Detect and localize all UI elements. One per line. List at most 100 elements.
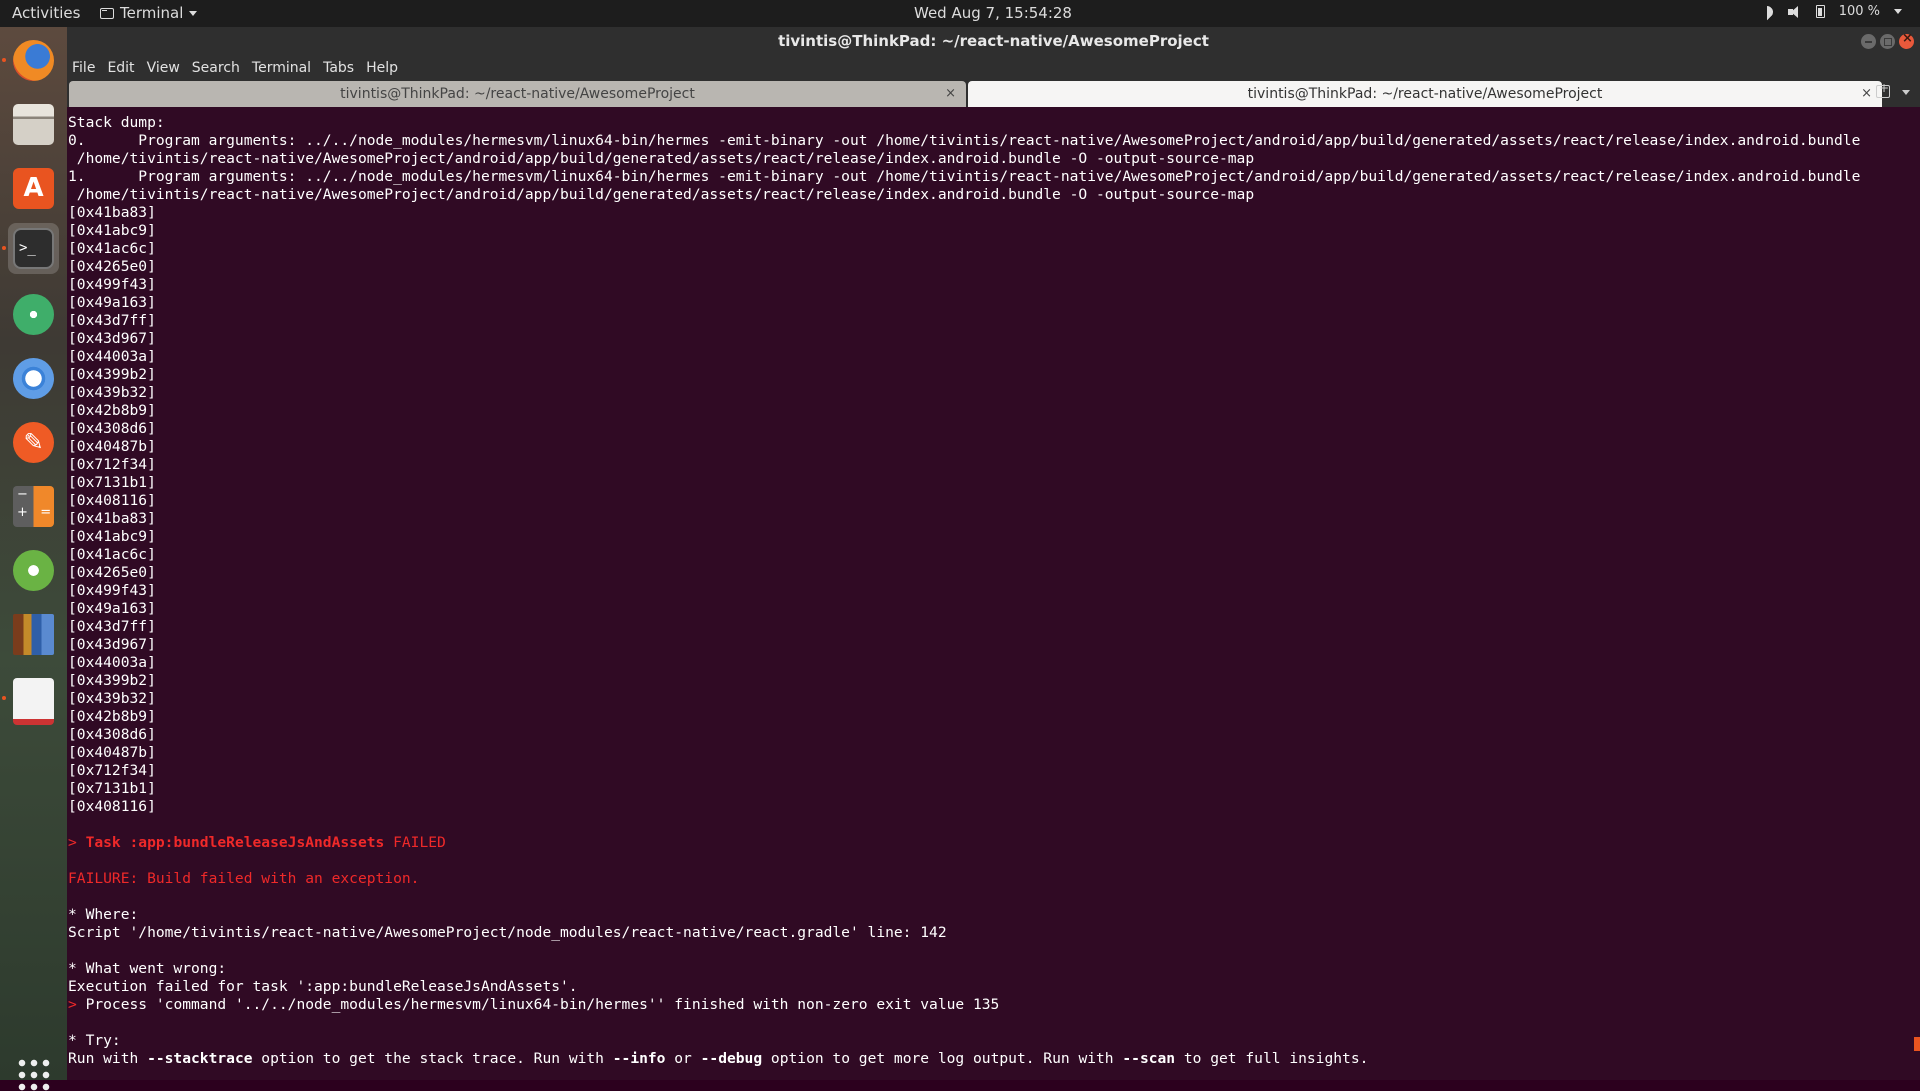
terminal-output[interactable]: Stack dump: 0. Program arguments: ../../n… [67, 107, 1920, 1080]
terminal-line: Execution failed for task ':app:bundleRe… [68, 978, 578, 995]
terminal-text-segment: > [68, 834, 86, 851]
close-tab-icon[interactable]: × [1861, 81, 1872, 107]
terminal-line: [0x4308d6] [68, 420, 156, 437]
terminal-line: 0. Program arguments: ../../node_modules… [68, 132, 1861, 149]
dock-android-studio[interactable] [8, 545, 59, 596]
dock-chromium[interactable] [8, 353, 59, 404]
terminal-line: [0x7131b1] [68, 780, 156, 797]
terminal-text-segment: or [665, 1050, 701, 1067]
dock-firefox[interactable] [2, 35, 59, 86]
menu-help[interactable]: Help [366, 60, 398, 76]
battery-icon [1815, 5, 1825, 18]
software-center-icon: A [13, 168, 54, 209]
terminal-line: [0x44003a] [68, 348, 156, 365]
terminal-text-segment: FAILURE: Build failed with an exception. [68, 870, 420, 887]
terminal-text-segment: --info [612, 1050, 666, 1067]
show-applications-icon[interactable] [16, 1057, 50, 1091]
terminal-line: Stack dump: [68, 114, 165, 131]
tab-1[interactable]: tivintis@ThinkPad: ~/react-native/Awesom… [69, 81, 966, 107]
terminal-line: * Where: [68, 906, 139, 923]
terminal-line: [0x40487b] [68, 438, 156, 455]
volume-icon [1787, 5, 1802, 19]
firefox-icon [13, 40, 54, 81]
terminal-lines: Stack dump: 0. Program arguments: ../../n… [68, 114, 1860, 1068]
dock-terminal[interactable]: >_ [2, 223, 59, 274]
menu-terminal[interactable]: Terminal [252, 60, 311, 76]
tab-menu-chevron-icon[interactable] [1902, 90, 1910, 95]
dock-postman[interactable]: ✎ [8, 417, 59, 468]
terminal-line: [0x4399b2] [68, 366, 156, 383]
terminal-line: [0x41ac6c] [68, 240, 156, 257]
menu-tabs[interactable]: Tabs [323, 60, 354, 76]
terminal-line: [0x408116] [68, 798, 156, 815]
menu-bar: File Edit View Search Terminal Tabs Help [67, 57, 1920, 79]
terminal-text-segment: > [68, 996, 86, 1013]
terminal-line: /home/tivintis/react-native/AwesomeProje… [68, 150, 1255, 167]
calculator-icon: − + = [13, 486, 54, 527]
terminal-line: Script '/home/tivintis/react-native/Awes… [68, 924, 947, 941]
terminal-line: [0x4265e0] [68, 258, 156, 275]
dock-software-center[interactable]: A [8, 163, 59, 214]
menu-search[interactable]: Search [192, 60, 240, 76]
wifi-icon [1760, 5, 1774, 19]
terminal-line: [0x42b8b9] [68, 402, 156, 419]
terminal-text-segment: Process 'command '../../node_modules/her… [85, 996, 1000, 1013]
terminal-line: > Task :app:bundleReleaseJsAndAssets FAI… [68, 834, 1860, 852]
tab-bar: tivintis@ThinkPad: ~/react-native/Awesom… [67, 79, 1920, 107]
terminal-line: * Try: [68, 1032, 121, 1049]
terminal-line: [0x41abc9] [68, 222, 156, 239]
battery-percent: 100 % [1838, 4, 1880, 19]
terminal-line: [0x43d7ff] [68, 312, 156, 329]
terminal-icon: >_ [13, 228, 54, 269]
terminal-line: [0x499f43] [68, 582, 156, 599]
menu-edit[interactable]: Edit [107, 60, 134, 76]
terminal-line: [0x499f43] [68, 276, 156, 293]
terminal-line: [0x41ba83] [68, 204, 156, 221]
menu-file[interactable]: File [72, 60, 95, 76]
terminal-line: [0x40487b] [68, 744, 156, 761]
atom-icon [13, 294, 54, 335]
terminal-text-segment: --scan [1122, 1050, 1176, 1067]
scrollbar-marker[interactable] [1914, 1037, 1920, 1051]
terminal-line: 1. Program arguments: ../../node_modules… [68, 168, 1861, 185]
terminal-line: > Process 'command '../../node_modules/h… [68, 996, 1860, 1014]
maximize-icon[interactable] [1880, 34, 1895, 49]
terminal-text-segment: to get full insights. [1175, 1050, 1369, 1067]
terminal-line: [0x7131b1] [68, 474, 156, 491]
tab-2[interactable]: tivintis@ThinkPad: ~/react-native/Awesom… [968, 81, 1882, 107]
terminal-text-segment: option to get more log output. Run with [762, 1050, 1123, 1067]
chevron-down-icon [1894, 9, 1902, 14]
close-tab-icon[interactable]: × [945, 81, 956, 107]
clock[interactable]: Wed Aug 7, 15:54:28 [0, 4, 1920, 22]
window-titlebar[interactable]: tivintis@ThinkPad: ~/react-native/Awesom… [67, 27, 1920, 57]
postman-icon: ✎ [13, 422, 54, 463]
android-studio-icon [13, 550, 54, 591]
new-tab-icon[interactable] [1876, 81, 1890, 98]
dock: A >_ ✎ − + = [0, 27, 67, 1091]
terminal-text-segment: FAILED [384, 834, 446, 851]
document-viewer-icon [13, 678, 54, 725]
dock-document-viewer[interactable] [2, 673, 59, 725]
terminal-line: /home/tivintis/react-native/AwesomeProje… [68, 186, 1255, 203]
dock-atom[interactable] [8, 289, 59, 340]
terminal-line: [0x44003a] [68, 654, 156, 671]
terminal-line: * What went wrong: [68, 960, 227, 977]
dock-calculator[interactable]: − + = [8, 481, 59, 532]
terminal-line: [0x43d967] [68, 636, 156, 653]
terminal-line: [0x439b32] [68, 384, 156, 401]
menu-view[interactable]: View [147, 60, 180, 76]
terminal-line: [0x712f34] [68, 456, 156, 473]
terminal-line: [0x439b32] [68, 690, 156, 707]
terminal-line: [0x43d7ff] [68, 618, 156, 635]
system-tray[interactable]: 100 % [1760, 4, 1902, 19]
minimize-icon[interactable] [1861, 34, 1876, 49]
terminal-line: FAILURE: Build failed with an exception. [68, 870, 1860, 888]
dock-files[interactable] [8, 99, 59, 150]
terminal-text-segment: Task :app:bundleReleaseJsAndAssets [85, 834, 385, 851]
close-icon[interactable] [1899, 31, 1914, 49]
dock-calibre[interactable] [8, 609, 59, 660]
